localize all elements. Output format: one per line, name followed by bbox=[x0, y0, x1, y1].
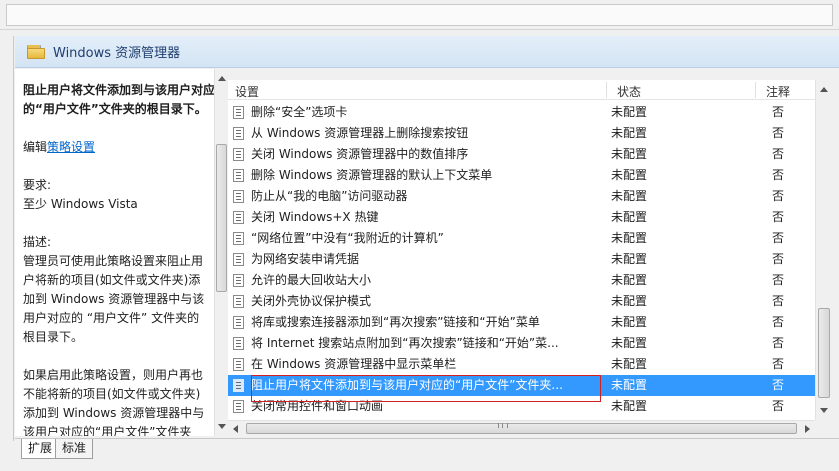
policy-setting-icon bbox=[233, 253, 244, 266]
list-item[interactable]: 在 Windows 资源管理器中显示菜单栏 未配置否 bbox=[228, 354, 816, 375]
tab-standard[interactable]: 标准 bbox=[55, 439, 94, 459]
column-header-settings[interactable]: 设置 bbox=[235, 83, 259, 100]
scroll-thumb[interactable] bbox=[246, 423, 797, 434]
scroll-up-arrow-icon[interactable] bbox=[218, 76, 226, 81]
scroll-up-arrow-icon[interactable] bbox=[820, 87, 828, 92]
settings-list: 设置 状态 注释 删除“安全”选项卡 未配置否 从 Windows 资源管理器上删… bbox=[228, 80, 839, 436]
policy-setting-icon bbox=[233, 295, 244, 308]
list-item[interactable]: 防止从“我的电脑”访问驱动器 未配置否 bbox=[228, 186, 816, 207]
scroll-left-arrow-icon[interactable] bbox=[233, 425, 238, 433]
description-pane: 阻止用户将文件添加到与该用户对应的“用户文件”文件夹的根目录下。 编辑策略设置 … bbox=[15, 69, 214, 436]
folder-icon bbox=[27, 44, 45, 59]
list-item[interactable]: 关闭 Windows 资源管理器中的数值排序 未配置否 bbox=[228, 144, 816, 165]
list-item-selected[interactable]: 阻止用户将文件添加到与该用户对应的“用户文件”文件夹... 未配置否 bbox=[228, 375, 816, 396]
description-text-2: 如果启用此策略设置，则用户再也不能将新的项目(如文件或文件夹)添加到 Windo… bbox=[23, 368, 205, 436]
view-tabs: 扩展 标准 bbox=[15, 438, 839, 471]
policy-setting-icon bbox=[233, 316, 244, 329]
policy-setting-icon bbox=[233, 211, 244, 224]
list-item[interactable]: 关闭 Windows+X 热键 未配置否 bbox=[228, 207, 816, 228]
policy-title: 阻止用户将文件添加到与该用户对应的“用户文件”文件夹的根目录下。 bbox=[23, 83, 214, 116]
scroll-thumb[interactable] bbox=[818, 308, 830, 398]
edit-line: 编辑策略设置 bbox=[23, 140, 96, 154]
requirement-value: 至少 Windows Vista bbox=[23, 197, 138, 211]
tab-extend[interactable]: 扩展 bbox=[21, 439, 60, 459]
policy-settings-link[interactable]: 策略设置 bbox=[47, 140, 95, 154]
policy-setting-icon bbox=[233, 337, 244, 350]
list-item[interactable]: 从 Windows 资源管理器上删除搜索按钮 未配置否 bbox=[228, 123, 816, 144]
policy-setting-icon bbox=[233, 169, 244, 182]
grip-icon bbox=[498, 423, 508, 428]
list-item[interactable]: 删除 Windows 资源管理器的默认上下文菜单 未配置否 bbox=[228, 165, 816, 186]
policy-setting-icon bbox=[233, 106, 244, 119]
description-text: 管理员可使用此策略设置来阻止用户将新的项目(如文件或文件夹)添加到 Window… bbox=[23, 254, 205, 344]
scroll-thumb[interactable] bbox=[216, 144, 227, 292]
list-item[interactable]: “网络位置”中没有“我附近的计算机” 未配置否 bbox=[228, 228, 816, 249]
section-title: Windows 资源管理器 bbox=[53, 46, 181, 61]
list-item[interactable]: 将库或搜索连接器添加到“再次搜索”链接和“开始”菜单 未配置否 bbox=[228, 312, 816, 333]
column-header-status[interactable]: 状态 bbox=[617, 83, 641, 100]
setting-rows: 删除“安全”选项卡 未配置否 从 Windows 资源管理器上删除搜索按钮 未配置否… bbox=[228, 102, 816, 417]
policy-setting-icon bbox=[233, 148, 244, 161]
scroll-right-arrow-icon[interactable] bbox=[805, 425, 810, 433]
policy-setting-icon bbox=[233, 379, 244, 392]
section-header: Windows 资源管理器 bbox=[15, 36, 839, 68]
scroll-down-arrow-icon[interactable] bbox=[820, 408, 828, 413]
scrollbar-corner bbox=[815, 420, 831, 436]
policy-setting-icon bbox=[233, 274, 244, 287]
list-item[interactable]: 删除“安全”选项卡 未配置否 bbox=[228, 102, 816, 123]
policy-setting-icon bbox=[233, 358, 244, 371]
top-toolbar-strip bbox=[0, 0, 839, 30]
window-right-edge bbox=[831, 69, 839, 441]
policy-setting-icon bbox=[233, 232, 244, 245]
list-item[interactable]: 为网络安装申请凭据 未配置否 bbox=[228, 249, 816, 270]
toolbar-area bbox=[6, 4, 833, 26]
description-label: 描述: bbox=[23, 235, 52, 249]
policy-setting-icon bbox=[233, 400, 244, 413]
console-tree-edge bbox=[0, 36, 14, 441]
policy-setting-icon bbox=[233, 127, 244, 140]
column-header-note[interactable]: 注释 bbox=[766, 83, 790, 100]
policy-setting-icon bbox=[233, 190, 244, 203]
list-item[interactable]: 允许的最大回收站大小 未配置否 bbox=[228, 270, 816, 291]
list-item[interactable]: 关闭常用控件和窗口动画 未配置否 bbox=[228, 396, 816, 417]
list-horizontal-scrollbar[interactable] bbox=[228, 420, 815, 436]
list-item[interactable]: 关闭外壳协议保护模式 未配置否 bbox=[228, 291, 816, 312]
requirement-label: 要求: bbox=[23, 178, 52, 192]
scroll-down-arrow-icon[interactable] bbox=[218, 424, 226, 429]
list-vertical-scrollbar[interactable] bbox=[815, 80, 831, 420]
column-header-row: 设置 状态 注释 bbox=[228, 80, 839, 100]
description-scrollbar[interactable] bbox=[214, 69, 228, 436]
list-item[interactable]: 将 Internet 搜索站点附加到“再次搜索”链接和“开始”菜... 未配置否 bbox=[228, 333, 816, 354]
